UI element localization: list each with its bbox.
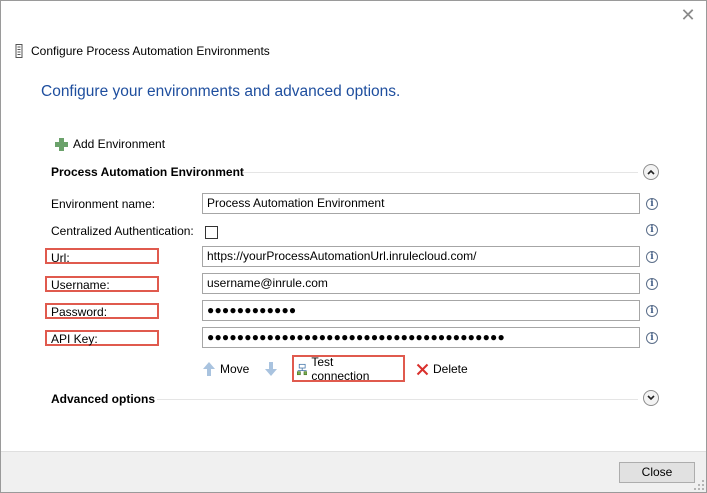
section-divider — [243, 172, 638, 173]
title-bar: Configure Process Automation Environment… — [15, 44, 270, 58]
api-key-input[interactable]: ●●●●●●●●●●●●●●●●●●●●●●●●●●●●●●●●●●●●●●●● — [202, 327, 640, 348]
app-icon — [15, 44, 23, 58]
advanced-options-title: Advanced options — [51, 392, 156, 406]
environment-name-info-icon[interactable]: i — [646, 198, 658, 210]
centralized-auth-checkbox[interactable] — [205, 226, 218, 239]
advanced-divider — [157, 399, 638, 400]
resize-grip-icon[interactable] — [694, 480, 704, 490]
chevron-down-icon — [647, 395, 655, 401]
centralized-auth-info-icon[interactable]: i — [646, 224, 658, 236]
dialog-footer: Close — [1, 451, 706, 492]
test-connection-label: Test connection — [311, 355, 370, 383]
username-info-icon[interactable]: i — [646, 278, 658, 290]
password-input[interactable]: ●●●●●●●●●●●● — [202, 300, 640, 321]
move-up-button[interactable]: Move — [202, 357, 249, 381]
api-key-label: API Key: — [51, 332, 98, 346]
password-info-icon[interactable]: i — [646, 305, 658, 317]
environment-name-input[interactable]: Process Automation Environment — [202, 193, 640, 214]
window-title: Configure Process Automation Environment… — [31, 44, 270, 58]
add-environment-button[interactable]: Add Environment — [55, 137, 165, 151]
plus-icon — [55, 137, 68, 151]
centralized-auth-label: Centralized Authentication: — [51, 224, 194, 238]
environment-name-label: Environment name: — [51, 197, 156, 211]
api-key-info-icon[interactable]: i — [646, 332, 658, 344]
dialog-window: ✕ Configure Process Automation Environme… — [0, 0, 707, 493]
add-environment-label: Add Environment — [73, 137, 166, 151]
collapse-section-button[interactable] — [643, 164, 659, 180]
move-label: Move — [220, 362, 250, 376]
close-button[interactable]: Close — [619, 462, 695, 483]
url-input[interactable]: https://yourProcessAutomationUrl.inrulec… — [202, 246, 640, 267]
chevron-up-icon — [647, 169, 655, 175]
network-connection-icon — [297, 363, 308, 375]
arrow-down-icon — [265, 362, 277, 376]
password-label: Password: — [51, 305, 108, 319]
username-input[interactable]: username@inrule.com — [202, 273, 640, 294]
expand-advanced-button[interactable] — [643, 390, 659, 406]
test-connection-button[interactable]: Test connection — [297, 355, 373, 383]
close-window-icon[interactable]: ✕ — [680, 6, 696, 24]
arrow-up-icon — [203, 362, 215, 376]
url-info-icon[interactable]: i — [646, 251, 658, 263]
environment-section-title: Process Automation Environment — [51, 165, 244, 179]
page-heading: Configure your environments and advanced… — [41, 83, 401, 100]
move-down-button[interactable] — [264, 357, 278, 381]
delete-label: Delete — [433, 362, 468, 376]
delete-button[interactable]: Delete — [416, 357, 468, 381]
username-label: Username: — [51, 278, 110, 292]
delete-x-icon — [416, 363, 429, 375]
url-label: Url: — [51, 251, 70, 265]
